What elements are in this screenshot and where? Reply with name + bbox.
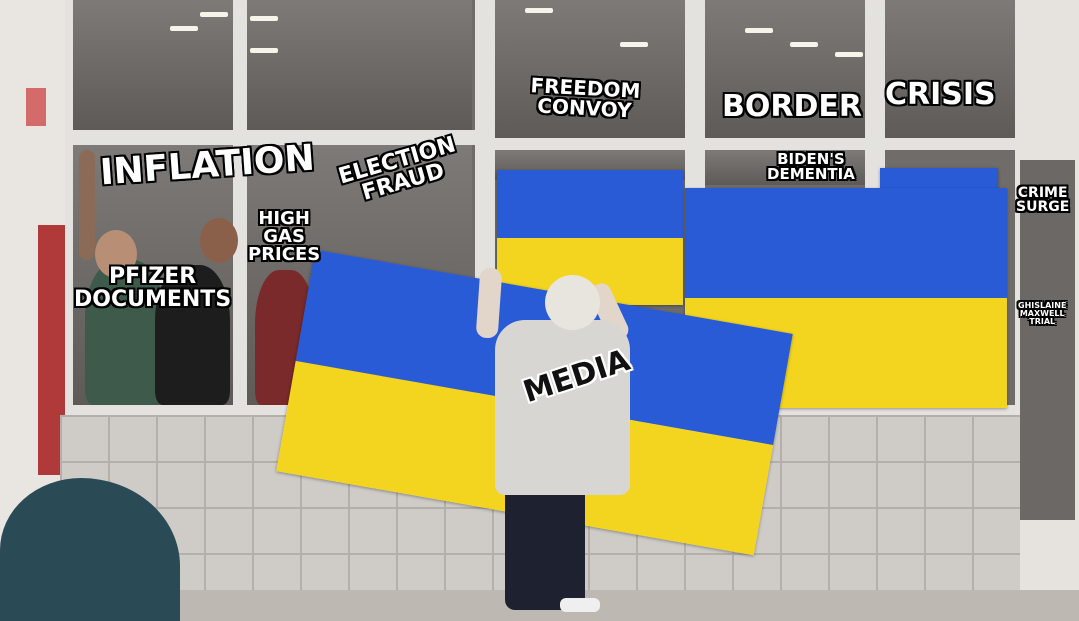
label-freedom-convoy: FREEDOM CONVOY [529,73,641,123]
window-mullion [65,0,73,415]
meme-scene: INFLATION ELECTION FRAUD FREEDOM CONVOY … [0,0,1079,621]
label-ghislaine-maxwell-trial: GHISLAINE MAXWELL TRIAL [1018,301,1067,326]
ceiling-light [250,48,278,53]
man-head [545,275,600,330]
window-mullion [685,0,705,200]
label-border: BORDER [722,89,862,124]
ceiling-light [745,28,773,33]
window-pane [247,0,472,130]
ceiling-light [620,42,648,47]
ceiling-light [250,16,278,21]
window-mullion [495,138,1025,150]
window-pane [885,0,1025,140]
label-crime-surge: CRIME SURGE [1016,185,1070,215]
crowd-person [79,150,95,260]
man-shoe [560,598,600,612]
ceiling-light [835,52,863,57]
window-pane [73,0,233,130]
ceiling-light [200,12,228,17]
label-bidens-dementia: BIDEN'S DEMENTIA [767,150,855,183]
window-mullion [233,0,247,415]
label-pfizer-documents: PFIZER DOCUMENTS [74,264,232,313]
fire-alarm [26,88,46,126]
man-legs [505,480,585,610]
ceiling-light [525,8,553,13]
ceiling-light [170,26,198,31]
label-high-gas-prices: HIGH GAS PRICES [248,208,321,265]
label-crisis: CRISIS [885,77,996,112]
crowd-person [200,218,238,263]
ceiling-light [790,42,818,47]
